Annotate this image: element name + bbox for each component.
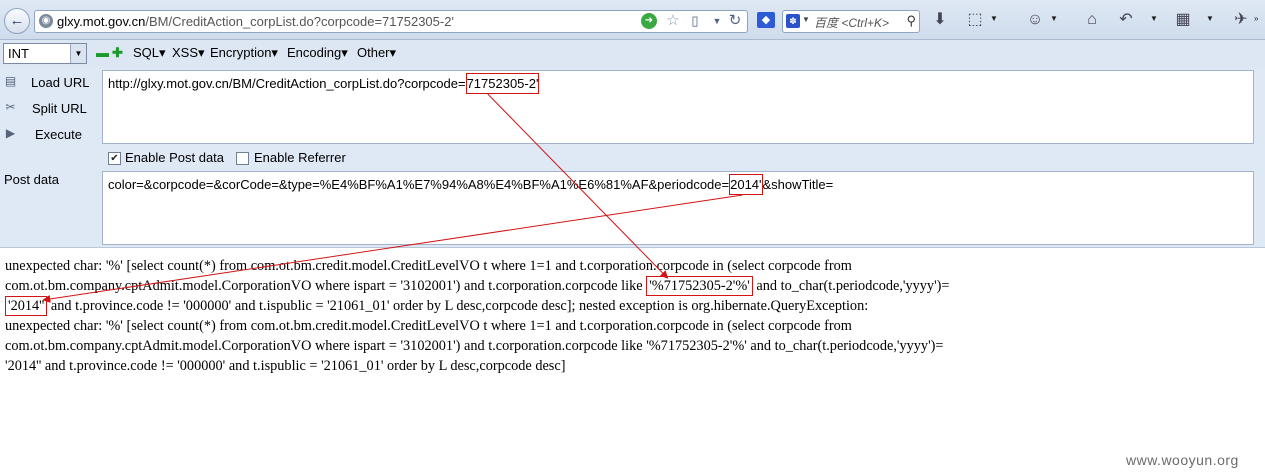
undo-dropdown-icon[interactable]: ▼ [1150, 14, 1158, 23]
chevron-down-icon[interactable]: ▼ [70, 44, 86, 63]
back-button[interactable]: ← [4, 8, 30, 34]
output-line: com.ot.bm.company.cptAdmit.model.Corpora… [5, 276, 1260, 296]
load-url-icon: ▤ [4, 74, 17, 88]
post-value-before: color=&corpcode=&corCode=&type=%E4%BF%A1… [108, 177, 730, 192]
baidu-paw-icon[interactable]: ✽ [786, 14, 800, 28]
output-line: '2014'' and t.province.code != '000000' … [5, 296, 1260, 316]
hackbar-panel: ▤ Load URL ✂ Split URL ▶ Execute http://… [0, 68, 1265, 248]
menu-other[interactable]: Other▾ [357, 45, 396, 61]
url-value: http://glxy.mot.gov.cn/BM/CreditAction_c… [108, 76, 466, 91]
go-arrow-icon[interactable]: ➜ [641, 13, 657, 29]
menu-sql[interactable]: SQL▾ [133, 45, 166, 61]
post-data-label: Post data [4, 172, 59, 187]
home-icon[interactable]: ⌂ [1083, 11, 1101, 29]
output-line: com.ot.bm.company.cptAdmit.model.Corpora… [5, 338, 944, 354]
play-icon: ▶ [5, 126, 16, 140]
enable-referrer-checkbox[interactable] [236, 152, 249, 165]
addon-dropdown-icon[interactable]: ▼ [1050, 14, 1058, 23]
execute-label: Execute [35, 127, 82, 142]
address-bar[interactable]: ◉ glxy.mot.gov.cn/BM/CreditAction_corpLi… [34, 10, 748, 33]
load-url-label: Load URL [31, 75, 90, 90]
watermark: www.wooyun.org [1126, 452, 1239, 468]
apps-dropdown-icon[interactable]: ▼ [1206, 14, 1214, 23]
corpcode-highlight: 71752305-2' [465, 73, 540, 94]
url-textarea[interactable]: http://glxy.mot.gov.cn/BM/CreditAction_c… [102, 70, 1254, 144]
periodcode-error-highlight: '2014'' [5, 296, 48, 316]
search-magnifier-icon[interactable]: ⚲ [906, 13, 916, 29]
post-value-after: &showTitle= [762, 177, 834, 192]
download-icon[interactable]: ⬇ [931, 11, 949, 29]
enable-post-checkbox[interactable]: ✔ [108, 152, 121, 165]
output-text: and to_char(t.periodcode,'yyyy')= [752, 278, 950, 294]
menu-encoding[interactable]: Encoding▾ [287, 45, 348, 61]
undo-icon[interactable]: ↶ [1117, 11, 1135, 29]
int-select[interactable]: INT ▼ [3, 43, 87, 64]
menu-encryption[interactable]: Encryption▾ [210, 45, 278, 61]
address-bar-text[interactable]: glxy.mot.gov.cn/BM/CreditAction_corpList… [57, 14, 454, 29]
enable-post-label: Enable Post data [125, 150, 225, 165]
search-engine-dropdown-icon[interactable]: ▼ [802, 15, 810, 24]
screenshot-icon[interactable]: ⬚ [966, 11, 984, 29]
execute-button[interactable]: ▶ Execute [0, 124, 100, 146]
menu-xss[interactable]: XSS▾ [172, 45, 205, 61]
search-input[interactable]: 百度 <Ctrl+K> [814, 14, 889, 31]
extension-icon[interactable]: ✈ [1232, 11, 1250, 29]
history-dropdown-icon[interactable]: ▼ [709, 13, 725, 29]
output-text: and t.province.code != '000000' and t.is… [47, 298, 869, 314]
output-text: com.ot.bm.company.cptAdmit.model.Corpora… [5, 278, 647, 294]
split-url-label: Split URL [32, 101, 87, 116]
output-line: unexpected char: '%' [select count(*) fr… [5, 318, 852, 334]
back-arrow-icon: ← [9, 12, 25, 29]
error-output: unexpected char: '%' [select count(*) fr… [5, 256, 1260, 376]
bookmark-star-icon[interactable]: ☆ [665, 13, 681, 29]
screenshot-dropdown-icon[interactable]: ▼ [990, 14, 998, 23]
increment-icon[interactable]: ✚ [112, 45, 123, 61]
enable-referrer-label: Enable Referrer [254, 150, 346, 165]
hackbar-toolbar: INT ▼ ▬ ✚ SQL▾ XSS▾ Encryption▾ Encoding… [0, 40, 1265, 68]
split-url-button[interactable]: ✂ Split URL [0, 98, 100, 120]
post-data-textarea[interactable]: color=&corpcode=&corCode=&type=%E4%BF%A1… [102, 171, 1254, 245]
feed-icon[interactable]: ◆ [757, 12, 775, 28]
scissors-icon: ✂ [5, 100, 16, 114]
menu-chevron-icon[interactable]: » [1254, 14, 1258, 23]
apps-grid-icon[interactable]: ▦ [1174, 11, 1192, 29]
browser-toolbar: ← ◉ glxy.mot.gov.cn/BM/CreditAction_corp… [0, 0, 1265, 40]
load-url-button[interactable]: ▤ Load URL [0, 72, 100, 94]
url-domain: glxy.mot.gov.cn [57, 14, 146, 29]
post-data-text[interactable]: color=&corpcode=&corCode=&type=%E4%BF%A1… [108, 174, 834, 195]
output-line: unexpected char: '%' [select count(*) fr… [5, 258, 852, 274]
corpcode-error-highlight: '%71752305-2'%' [646, 276, 753, 296]
search-box[interactable]: ✽ ▼ 百度 <Ctrl+K> ⚲ [782, 10, 920, 33]
globe-icon: ◉ [39, 14, 53, 28]
url-path: /BM/CreditAction_corpList.do?corpcode=71… [145, 14, 454, 29]
periodcode-highlight: 2014' [729, 174, 763, 195]
url-textarea-text[interactable]: http://glxy.mot.gov.cn/BM/CreditAction_c… [108, 73, 540, 94]
reload-icon[interactable]: ↻ [727, 13, 743, 29]
decrement-icon[interactable]: ▬ [96, 45, 109, 60]
mobile-device-icon[interactable]: ▯ [687, 13, 703, 29]
addon-face-icon[interactable]: ☺ [1026, 11, 1044, 29]
int-select-value: INT [8, 46, 29, 61]
output-line: '2014'' and t.province.code != '000000' … [5, 358, 566, 374]
